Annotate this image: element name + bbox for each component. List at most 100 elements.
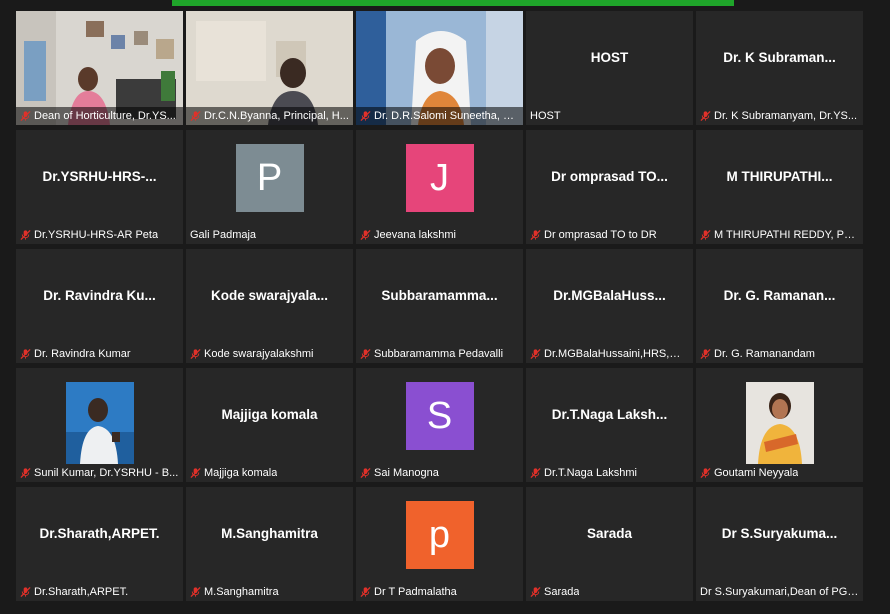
participant-display-name: HOST	[590, 49, 629, 65]
participant-footer: M.Sanghamitra	[186, 583, 353, 601]
participant-name-label: Sunil Kumar, Dr.YSRHU - B...	[34, 467, 179, 479]
mic-muted-icon	[190, 467, 201, 479]
participant-name-label: Dr.YSRHU-HRS-AR Peta	[34, 229, 159, 241]
participant-avatar: p	[405, 501, 474, 569]
participant-name-label: Dr S.Suryakumari,Dean of PG ...	[700, 586, 859, 598]
participant-tile[interactable]: Dr.T.Naga Laksh... Dr.T.Naga Lakshmi	[526, 368, 693, 482]
participant-footer: Dr.C.N.Byanna, Principal, H...	[186, 107, 353, 125]
participant-tile[interactable]: Dr.Sharath,ARPET. Dr.Sharath,ARPET.	[16, 487, 183, 601]
participant-tile[interactable]: Majjiga komala Majjiga komala	[186, 368, 353, 482]
participant-footer: Gali Padmaja	[186, 226, 353, 244]
participant-footer: Sarada	[526, 583, 693, 601]
participant-tile[interactable]: P Gali Padmaja	[186, 130, 353, 244]
mic-muted-icon	[530, 586, 541, 598]
mic-muted-icon	[360, 586, 371, 598]
participant-tile[interactable]: HOST HOST	[526, 11, 693, 125]
mic-muted-icon	[190, 110, 201, 122]
participant-display-name: Dr.YSRHU-HRS-...	[42, 168, 157, 184]
participant-tile[interactable]: Dr omprasad TO... Dr omprasad TO to DR	[526, 130, 693, 244]
participant-display-name: Dr omprasad TO...	[551, 168, 668, 184]
mic-muted-icon	[190, 586, 201, 598]
participant-name-label: Sai Manogna	[374, 467, 439, 479]
participant-name-label: Sarada	[544, 586, 580, 598]
mic-muted-icon	[700, 348, 711, 360]
participant-footer: Dr. D.R.Salomi Suneetha, D...	[356, 107, 523, 125]
participant-tile[interactable]: J Jeevana lakshmi	[356, 130, 523, 244]
participant-tile[interactable]: Dean of Horticulture, Dr.YS...	[16, 11, 183, 125]
participant-display-name: Dr.MGBalaHuss...	[553, 287, 666, 303]
participant-display-name: Subbaramamma...	[381, 287, 498, 303]
mic-muted-icon	[360, 110, 371, 122]
participant-footer: Dr.MGBalaHussaini,HRS,MPL	[526, 345, 693, 363]
active-speaker-bar	[172, 0, 734, 6]
mic-muted-icon	[20, 229, 31, 241]
participant-footer: Sai Manogna	[356, 464, 523, 482]
mic-muted-icon	[20, 110, 31, 122]
participant-photo	[745, 382, 814, 464]
mic-muted-icon	[360, 229, 371, 241]
participant-footer: Kode swarajyalakshmi	[186, 345, 353, 363]
participant-name-label: Gali Padmaja	[190, 229, 257, 241]
participant-footer: Subbaramamma Pedavalli	[356, 345, 523, 363]
participant-photo-frame	[745, 382, 814, 464]
participant-tile[interactable]: Dr.C.N.Byanna, Principal, H...	[186, 11, 353, 125]
participant-footer: M THIRUPATHI REDDY, PS ...	[696, 226, 863, 244]
mic-muted-icon	[530, 467, 541, 479]
participant-tile[interactable]: Dr.MGBalaHuss... Dr.MGBalaHussaini,HRS,MP…	[526, 249, 693, 363]
participant-name-label: Dean of Horticulture, Dr.YS...	[34, 110, 176, 122]
participant-name-label: Dr omprasad TO to DR	[544, 229, 657, 241]
participant-tile[interactable]: M.Sanghamitra M.Sanghamitra	[186, 487, 353, 601]
mic-muted-icon	[530, 229, 541, 241]
participant-tile[interactable]: Dr. D.R.Salomi Suneetha, D...	[356, 11, 523, 125]
participant-display-name: Dr.T.Naga Laksh...	[551, 406, 668, 422]
participant-name-label: Subbaramamma Pedavalli	[374, 348, 504, 360]
participant-name-label: Dr.T.Naga Lakshmi	[544, 467, 637, 479]
participant-name-label: Kode swarajyalakshmi	[204, 348, 314, 360]
participant-tile[interactable]: S Sai Manogna	[356, 368, 523, 482]
participant-footer: Dr T Padmalatha	[356, 583, 523, 601]
mic-muted-icon	[530, 348, 541, 360]
participant-display-name: M THIRUPATHI...	[726, 168, 833, 184]
participant-tile[interactable]: Goutami Neyyala	[696, 368, 863, 482]
mic-muted-icon	[700, 467, 711, 479]
participant-display-name: M.Sanghamitra	[221, 525, 318, 541]
participant-footer: Sunil Kumar, Dr.YSRHU - B...	[16, 464, 183, 482]
participant-display-name: Majjiga komala	[221, 406, 318, 422]
participant-tile[interactable]: M THIRUPATHI... M THIRUPATHI REDDY, PS ..…	[696, 130, 863, 244]
participant-footer: Majjiga komala	[186, 464, 353, 482]
mic-muted-icon	[20, 348, 31, 360]
mic-muted-icon	[700, 229, 711, 241]
participant-footer: Dr S.Suryakumari,Dean of PG ...	[696, 583, 863, 601]
participant-name-label: Dr. D.R.Salomi Suneetha, D...	[374, 110, 519, 122]
participant-avatar: J	[405, 144, 474, 212]
participant-footer: Goutami Neyyala	[696, 464, 863, 482]
participant-display-name: Sarada	[586, 525, 633, 541]
participant-tile[interactable]: Sarada Sarada	[526, 487, 693, 601]
participant-name-label: Dr. G. Ramanandam	[714, 348, 815, 360]
mic-muted-icon	[20, 586, 31, 598]
mic-muted-icon	[360, 348, 371, 360]
participant-tile[interactable]: Dr. G. Ramanan... Dr. G. Ramanandam	[696, 249, 863, 363]
participant-footer: Dr.YSRHU-HRS-AR Peta	[16, 226, 183, 244]
participant-photo	[65, 382, 134, 464]
mic-muted-icon	[190, 348, 201, 360]
participant-tile[interactable]: p Dr T Padmalatha	[356, 487, 523, 601]
participant-tile[interactable]: Dr. K Subraman... Dr. K Subramanyam, Dr.Y…	[696, 11, 863, 125]
participant-tile[interactable]: Dr. Ravindra Ku... Dr. Ravindra Kumar	[16, 249, 183, 363]
participant-avatar: S	[405, 382, 474, 450]
participant-name-label: Majjiga komala	[204, 467, 278, 479]
participant-tile[interactable]: Subbaramamma... Subbaramamma Pedavalli	[356, 249, 523, 363]
participant-name-label: Dr.C.N.Byanna, Principal, H...	[204, 110, 349, 122]
participant-tile[interactable]: Sunil Kumar, Dr.YSRHU - B...	[16, 368, 183, 482]
participant-footer: Jeevana lakshmi	[356, 226, 523, 244]
participant-tile[interactable]: Dr.YSRHU-HRS-... Dr.YSRHU-HRS-AR Peta	[16, 130, 183, 244]
mic-muted-icon	[700, 110, 711, 122]
participant-display-name: Dr. G. Ramanan...	[723, 287, 836, 303]
participant-tile[interactable]: Dr S.Suryakuma... Dr S.Suryakumari,Dean o…	[696, 487, 863, 601]
participant-photo-frame	[65, 382, 134, 464]
participant-tile[interactable]: Kode swarajyala... Kode swarajyalakshmi	[186, 249, 353, 363]
participant-name-label: Dr. Ravindra Kumar	[34, 348, 131, 360]
participant-footer: Dr omprasad TO to DR	[526, 226, 693, 244]
participant-name-label: Dr.Sharath,ARPET.	[34, 586, 129, 598]
participant-footer: Dr.T.Naga Lakshmi	[526, 464, 693, 482]
